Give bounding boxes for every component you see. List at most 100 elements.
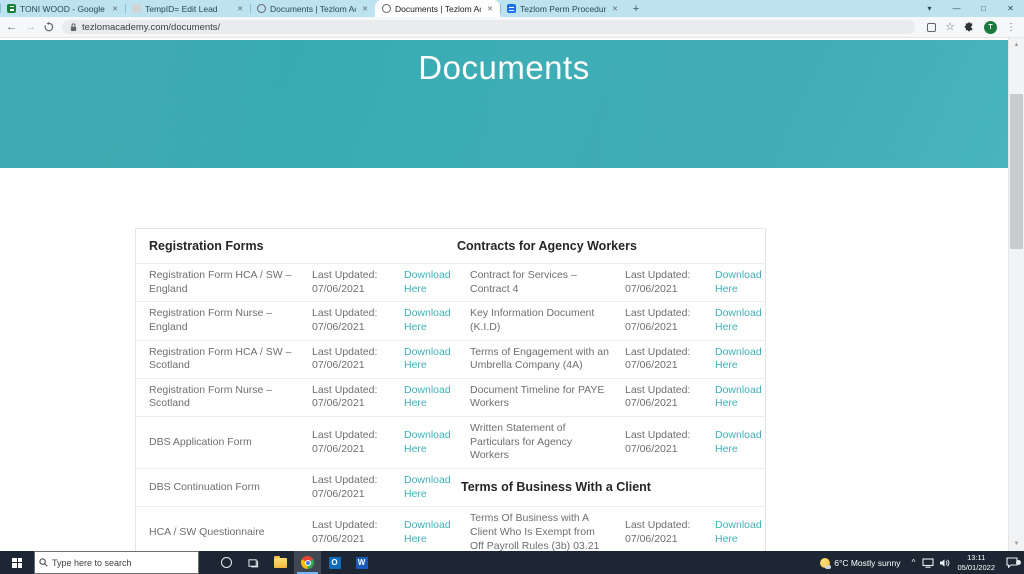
last-updated-label: Last Updated: 07/06/2021	[308, 341, 400, 378]
extensions-puzzle-icon[interactable]	[964, 22, 975, 33]
last-updated-label: Last Updated: 07/06/2021	[621, 379, 711, 416]
download-link[interactable]: Download Here	[711, 264, 767, 301]
clock-time: 13:11	[957, 553, 995, 562]
task-view-button[interactable]	[240, 551, 267, 574]
last-updated-label: Last Updated: 07/06/2021	[308, 514, 400, 551]
page-action-icon[interactable]	[927, 23, 936, 32]
page-scrollbar[interactable]: ▲ ▼	[1008, 38, 1024, 551]
weather-text: 6°C Mostly sunny	[834, 558, 900, 568]
last-updated-label: Last Updated: 07/06/2021	[621, 424, 711, 461]
scroll-down-icon[interactable]: ▼	[1009, 537, 1024, 551]
tab-title: Documents | Tezlom Academy	[395, 4, 481, 14]
download-link[interactable]: Download Here	[711, 514, 767, 551]
url-text: tezlomacademy.com/documents/	[82, 22, 220, 33]
tab-close-icon[interactable]: ✕	[610, 4, 620, 14]
right-section-header: Contracts for Agency Workers	[457, 239, 767, 253]
forward-icon[interactable]: →	[25, 22, 36, 33]
document-name: Document Timeline for PAYE Workers	[457, 379, 621, 416]
document-name: Contract for Services – Contract 4	[457, 264, 621, 301]
download-link[interactable]: Download Here	[400, 264, 457, 301]
document-name: Registration Form HCA / SW – Scotland	[136, 341, 308, 378]
browser-tab[interactable]: Documents | Tezlom Academy ✕	[375, 0, 500, 17]
outlook-icon: O	[329, 557, 341, 569]
window-controls: ▾ — □ ✕	[916, 0, 1024, 17]
browser-tab[interactable]: TONI WOOD - Google Sheets✕	[0, 0, 125, 17]
documents-table: Registration Forms Contracts for Agency …	[135, 228, 766, 551]
minimize-button[interactable]: —	[943, 0, 970, 17]
download-link[interactable]: Download Here	[400, 514, 457, 551]
new-tab-button[interactable]: +	[625, 0, 647, 17]
outlook-taskbar-button[interactable]: O	[321, 551, 348, 574]
address-bar[interactable]: tezlomacademy.com/documents/	[62, 20, 915, 34]
toolbar-actions: ☆ T ⋮	[927, 21, 1016, 34]
back-icon[interactable]: ←	[6, 22, 17, 33]
chrome-icon	[301, 556, 314, 569]
document-name: Registration Form Nurse – Scotland	[136, 379, 308, 416]
maximize-button[interactable]: □	[970, 0, 997, 17]
notification-badge	[1016, 560, 1021, 565]
network-display-button[interactable]	[920, 558, 936, 568]
download-link[interactable]: Download Here	[400, 341, 457, 378]
search-input[interactable]	[52, 558, 194, 568]
tray-overflow-chevron[interactable]: ^	[906, 558, 920, 567]
last-updated-label: Last Updated: 07/06/2021	[621, 341, 711, 378]
weather-widget[interactable]: 6°C Mostly sunny	[814, 558, 906, 568]
tab-close-icon[interactable]: ✕	[110, 4, 120, 14]
cortana-button[interactable]	[213, 551, 240, 574]
download-link[interactable]: Download Here	[400, 302, 457, 339]
last-updated-label: Last Updated: 07/06/2021	[621, 514, 711, 551]
file-explorer-button[interactable]	[267, 551, 294, 574]
download-link[interactable]: Download Here	[400, 379, 457, 416]
document-name: Registration Form HCA / SW – England	[136, 264, 308, 301]
profile-avatar[interactable]: T	[984, 21, 997, 34]
download-link[interactable]: Download Here	[711, 302, 767, 339]
reload-icon[interactable]	[44, 22, 54, 32]
tab-close-icon[interactable]: ✕	[235, 4, 245, 14]
pin-favicon-icon	[382, 4, 391, 13]
tab-search-icon[interactable]: ▾	[916, 0, 943, 17]
browser-tab[interactable]: Documents | Tezlom Academy ✕	[250, 0, 375, 17]
speaker-icon	[939, 558, 950, 568]
task-view-icon	[248, 558, 259, 568]
table-row: DBS Continuation FormLast Updated: 07/06…	[136, 468, 765, 506]
docs-favicon-icon	[507, 4, 516, 13]
site-hero: Documents	[0, 40, 1008, 168]
page-title: Documents	[0, 40, 1008, 87]
tab-title: TempID= Edit Lead	[145, 4, 231, 14]
left-section-header: Registration Forms	[136, 239, 308, 253]
download-link[interactable]: Download Here	[711, 341, 767, 378]
weather-sun-icon	[820, 558, 830, 568]
tab-close-icon[interactable]: ✕	[485, 4, 495, 14]
download-link[interactable]: Download Here	[400, 469, 457, 506]
last-updated-label: Last Updated: 07/06/2021	[308, 379, 400, 416]
close-button[interactable]: ✕	[997, 0, 1024, 17]
table-header-row: Registration Forms Contracts for Agency …	[136, 229, 765, 263]
scrollbar-thumb[interactable]	[1010, 94, 1023, 249]
word-taskbar-button[interactable]: W	[348, 551, 375, 574]
table-row: Registration Form HCA / SW – England Last…	[136, 263, 765, 301]
generic-favicon-icon	[132, 4, 141, 13]
document-name: DBS Application Form	[136, 431, 308, 455]
action-center-button[interactable]	[1000, 557, 1024, 568]
system-tray: 6°C Mostly sunny ^ 13:11 05/01/2022	[814, 551, 1024, 574]
tab-title: Documents | Tezlom Academy	[270, 4, 356, 14]
browser-tab[interactable]: TempID= Edit Lead ✕	[125, 0, 250, 17]
volume-button[interactable]	[936, 558, 952, 568]
scroll-up-icon[interactable]: ▲	[1009, 38, 1024, 52]
chrome-taskbar-button[interactable]	[294, 551, 321, 574]
clock-date: 05/01/2022	[957, 563, 995, 572]
download-link[interactable]: Download Here	[711, 379, 767, 416]
download-link[interactable]: Download Here	[400, 424, 457, 461]
browser-menu-icon[interactable]: ⋮	[1006, 22, 1016, 33]
download-link[interactable]: Download Here	[711, 424, 767, 461]
start-button[interactable]	[0, 551, 34, 574]
windows-taskbar: O W 6°C Mostly sunny ^ 13:11 05/01/2022	[0, 551, 1024, 574]
taskbar-search[interactable]	[34, 551, 199, 574]
last-updated-label: Last Updated: 07/06/2021	[621, 264, 711, 301]
bookmark-star-icon[interactable]: ☆	[945, 22, 955, 33]
last-updated-label: Last Updated: 07/06/2021	[308, 424, 400, 461]
browser-tab[interactable]: Tezlom Perm Procedure - Googl...✕	[500, 0, 625, 17]
tab-close-icon[interactable]: ✕	[360, 4, 370, 14]
taskbar-clock[interactable]: 13:11 05/01/2022	[952, 553, 1000, 572]
right-section-header: Terms of Business With a Client	[457, 475, 767, 500]
